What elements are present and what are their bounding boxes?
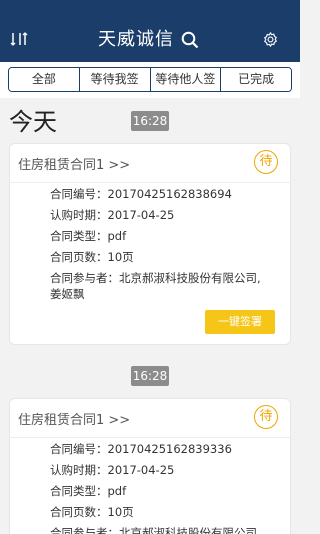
field-contract-number: 合同编号：20170425162838694 (50, 187, 232, 202)
field-value: 姜姬飘 (50, 287, 85, 301)
field-value: 20170425162839336 (107, 442, 232, 456)
field-value: 北京郝淑科技股份有限公司 (119, 526, 257, 534)
tab-waiting-me[interactable]: 等待我签 (79, 68, 151, 91)
divider (10, 437, 290, 438)
status-badge: 待 (254, 405, 278, 429)
field-label: 合同类型： (50, 484, 108, 498)
field-type: 合同类型：pdf (50, 484, 126, 499)
field-label: 合同编号： (50, 442, 108, 456)
tab-all[interactable]: 全部 (9, 68, 80, 91)
field-label: 合同页数： (50, 250, 108, 264)
section-title: 今天 (9, 108, 57, 136)
field-label: 合同页数： (50, 505, 108, 519)
field-label: 合同类型： (50, 229, 108, 243)
settings-icon[interactable] (262, 31, 279, 48)
contract-title[interactable]: 住房租赁合同1 >> (18, 409, 130, 428)
field-label: 合同参与者： (50, 271, 119, 285)
tab-completed[interactable]: 已完成 (221, 68, 291, 91)
field-value: pdf (107, 229, 127, 243)
field-value: 20170425162838694 (107, 187, 232, 201)
field-participants-cont: 姜姬飘 (50, 287, 85, 302)
field-pages: 合同页数：10页 (50, 250, 134, 265)
field-value: pdf (107, 484, 127, 498)
status-badge: 待 (254, 150, 278, 174)
tabs-bar: 全部 等待我签 等待他人签 已完成 (0, 62, 300, 98)
field-date: 认购时期：2017-04-25 (50, 208, 174, 223)
filter-tabs: 全部 等待我签 等待他人签 已完成 (8, 67, 292, 92)
app-header: 天威诚信 (0, 0, 300, 62)
field-contract-number: 合同编号：20170425162839336 (50, 442, 232, 457)
field-type: 合同类型：pdf (50, 229, 126, 244)
field-value: 2017-04-25 (107, 208, 175, 222)
contract-card[interactable]: 住房租赁合同1 >> 待 合同编号：20170425162838694 认购时期… (9, 143, 291, 345)
contract-card[interactable]: 住房租赁合同1 >> 待 合同编号：20170425162839336 认购时期… (9, 398, 291, 534)
field-label: 合同编号： (50, 187, 108, 201)
field-value: 10页 (107, 250, 134, 264)
field-label: 认购时期： (50, 208, 108, 222)
time-badge: 16:28 (131, 366, 169, 386)
app-title: 天威诚信 (98, 29, 174, 50)
contract-title[interactable]: 住房租赁合同1 >> (18, 154, 130, 173)
field-label: 合同参与者： (50, 526, 119, 534)
field-value: 10页 (107, 505, 134, 519)
one-click-sign-button[interactable]: 一键签署 (205, 310, 275, 334)
sort-icon[interactable] (10, 31, 30, 47)
field-participants: 合同参与者：北京郝淑科技股份有限公司, (50, 271, 261, 286)
field-pages: 合同页数：10页 (50, 505, 134, 520)
field-participants: 合同参与者：北京郝淑科技股份有限公司 (50, 526, 257, 534)
field-value: 北京郝淑科技股份有限公司, (119, 271, 261, 285)
time-badge: 16:28 (131, 111, 169, 131)
field-date: 认购时期：2017-04-25 (50, 463, 174, 478)
field-value: 2017-04-25 (107, 463, 175, 477)
field-label: 认购时期： (50, 463, 108, 477)
search-icon[interactable] (181, 31, 199, 49)
divider (10, 182, 290, 183)
tab-waiting-others[interactable]: 等待他人签 (150, 68, 222, 91)
